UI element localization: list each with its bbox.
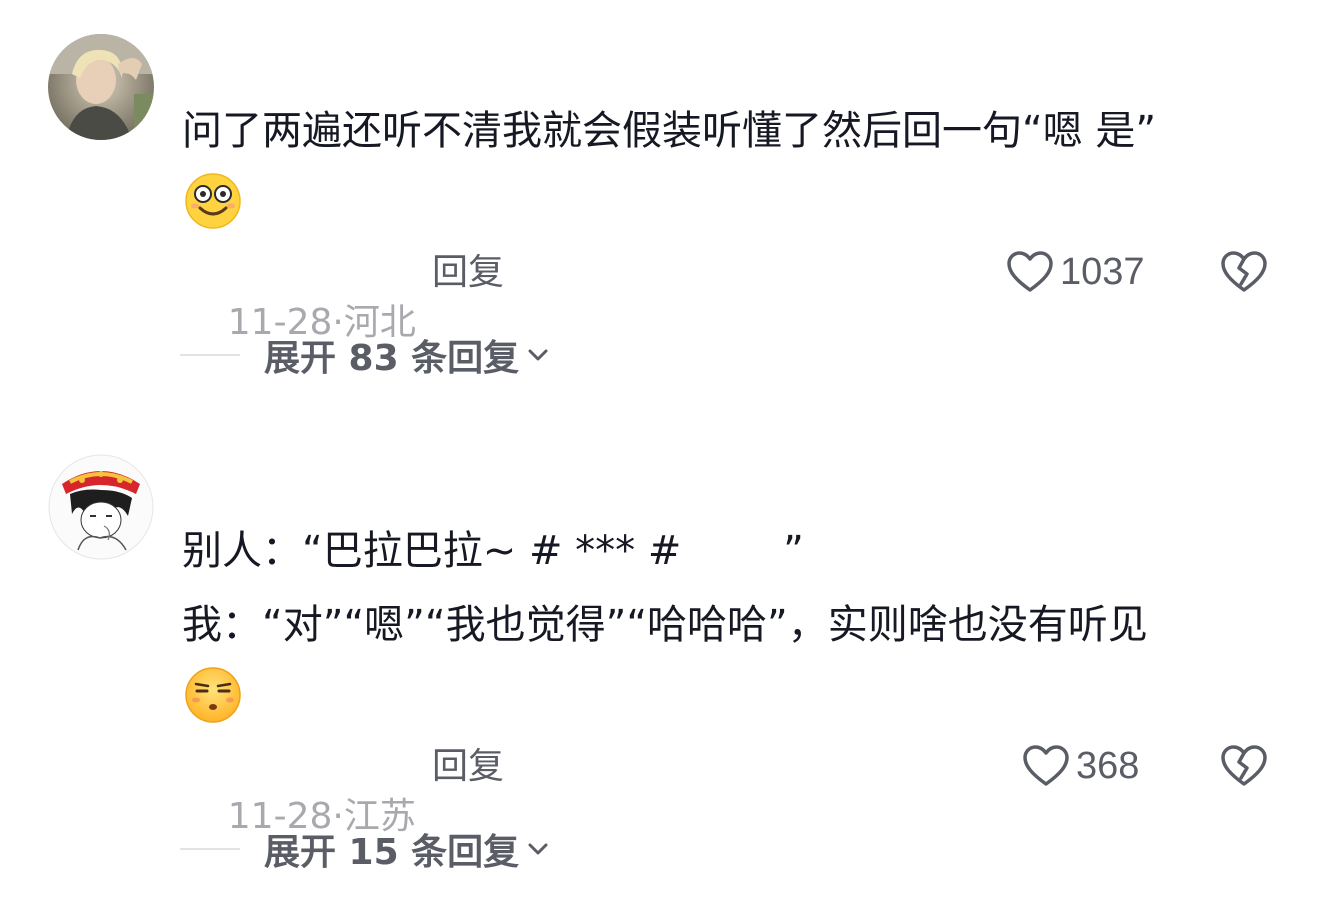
divider [180,848,240,850]
like-count: 1037 [1060,250,1145,293]
comment-item: 问了两遍还听不清我就会假装听懂了然后回一句“嗯 是” 11-28·河北 回复 1… [0,0,1320,420]
comment-text: 问了两遍还听不清我就会假装听懂了然后回一句“嗯 是” [182,108,1157,154]
comment-text: 我：“对”“嗯”“我也觉得”“哈哈哈”，实则啥也没有听见 [182,602,1148,648]
chevron-down-icon [528,349,548,361]
comment-item: 别人：“巴拉巴拉~ # *** # ” 我：“对”“嗯”“我也觉得”“哈哈哈”，… [0,420,1320,920]
comment-text: 别人：“巴拉巴拉~ # *** # ” [182,528,804,574]
broken-heart-icon [1221,251,1267,292]
avatar[interactable] [48,454,154,560]
reply-button[interactable]: 回复 [432,742,504,792]
expand-replies-label: 展开 83 条回复 [264,338,520,379]
dislike-button[interactable] [1220,744,1268,792]
smirk-emoji-icon [185,667,241,723]
heart-icon [1007,251,1053,292]
broken-heart-icon [1221,745,1267,786]
expand-replies-button[interactable]: 展开 83 条回复 [264,329,549,381]
chevron-down-icon [528,843,548,855]
like-count: 368 [1076,744,1140,787]
expand-replies-row: 展开 83 条回复 [180,330,549,380]
reply-button[interactable]: 回复 [432,248,504,298]
divider [180,354,240,356]
comment-meta: 11-28·河北 [182,248,416,343]
avatar[interactable] [48,34,154,140]
like-button[interactable]: 368 [1022,744,1139,788]
expand-replies-row: 展开 15 条回复 [180,824,549,874]
like-button[interactable]: 1037 [1006,250,1145,294]
dizzy-smile-emoji-icon [185,173,241,229]
dislike-button[interactable] [1220,250,1268,298]
expand-replies-label: 展开 15 条回复 [264,832,520,873]
comment-meta: 11-28·江苏 [182,742,416,837]
anime-avatar-illustration-icon [48,454,154,560]
heart-icon [1023,745,1069,786]
expand-replies-button[interactable]: 展开 15 条回复 [264,823,549,875]
user-avatar-photo-icon [48,34,154,140]
